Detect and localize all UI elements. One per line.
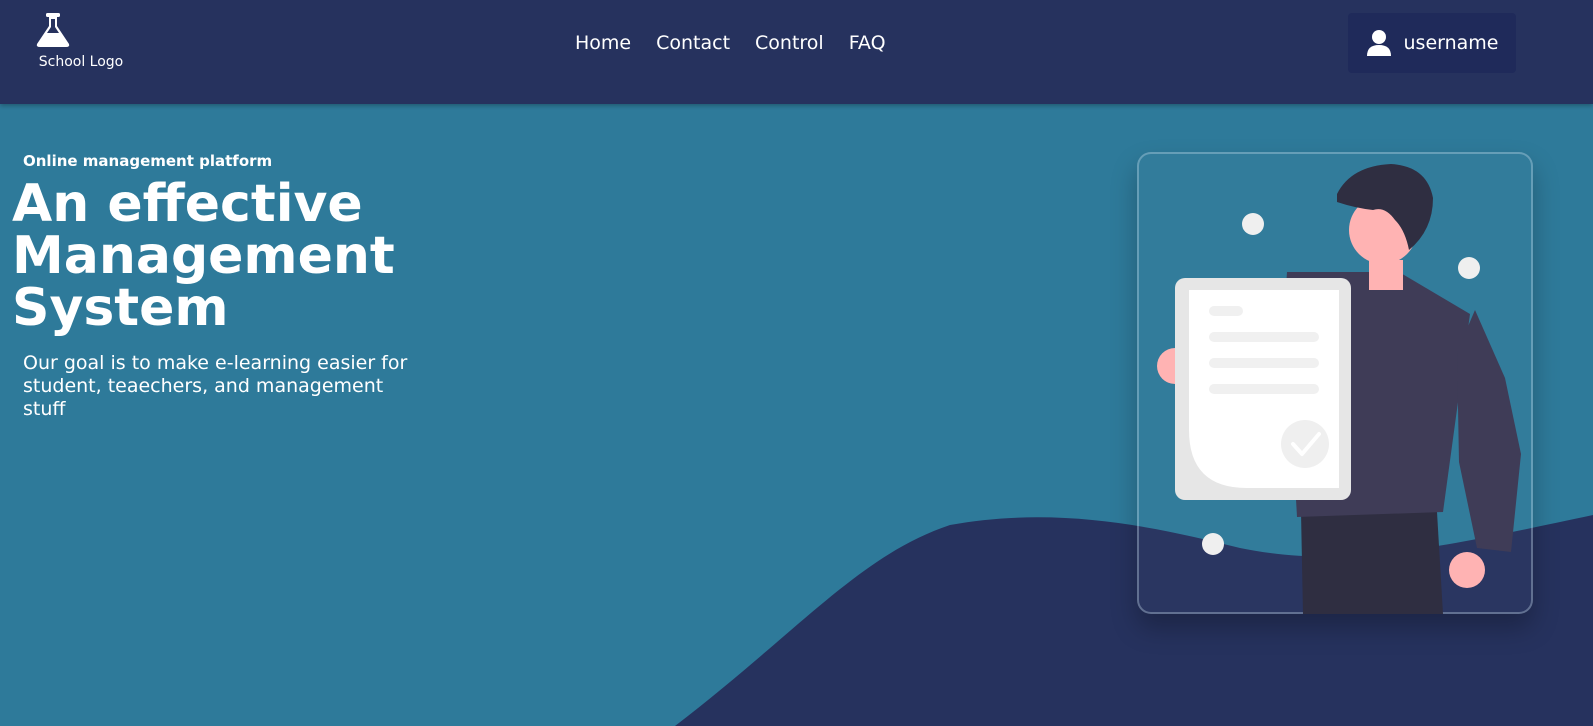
- nav-control-link[interactable]: Control: [755, 30, 824, 56]
- nav-faq-link[interactable]: FAQ: [849, 30, 886, 56]
- hero-eyebrow: Online management platform: [23, 152, 273, 170]
- person-holding-document-illustration: [1157, 164, 1521, 614]
- school-logo[interactable]: School Logo: [26, 12, 136, 78]
- nav-contact-link[interactable]: Contact: [656, 30, 730, 56]
- navbar: School Logo Home Contact Control FAQ use…: [0, 0, 1593, 104]
- hero-title: An effective Management System: [12, 174, 395, 338]
- main-nav: Home Contact Control FAQ: [575, 30, 886, 56]
- user-icon: [1366, 30, 1391, 56]
- flask-icon: [36, 13, 70, 47]
- hero-description: Our goal is to make e-learning easier fo…: [23, 352, 408, 420]
- username-label: username: [1403, 32, 1499, 54]
- user-account-button[interactable]: username: [1348, 13, 1516, 73]
- nav-home-link[interactable]: Home: [575, 30, 631, 56]
- logo-label: School Logo: [38, 54, 124, 70]
